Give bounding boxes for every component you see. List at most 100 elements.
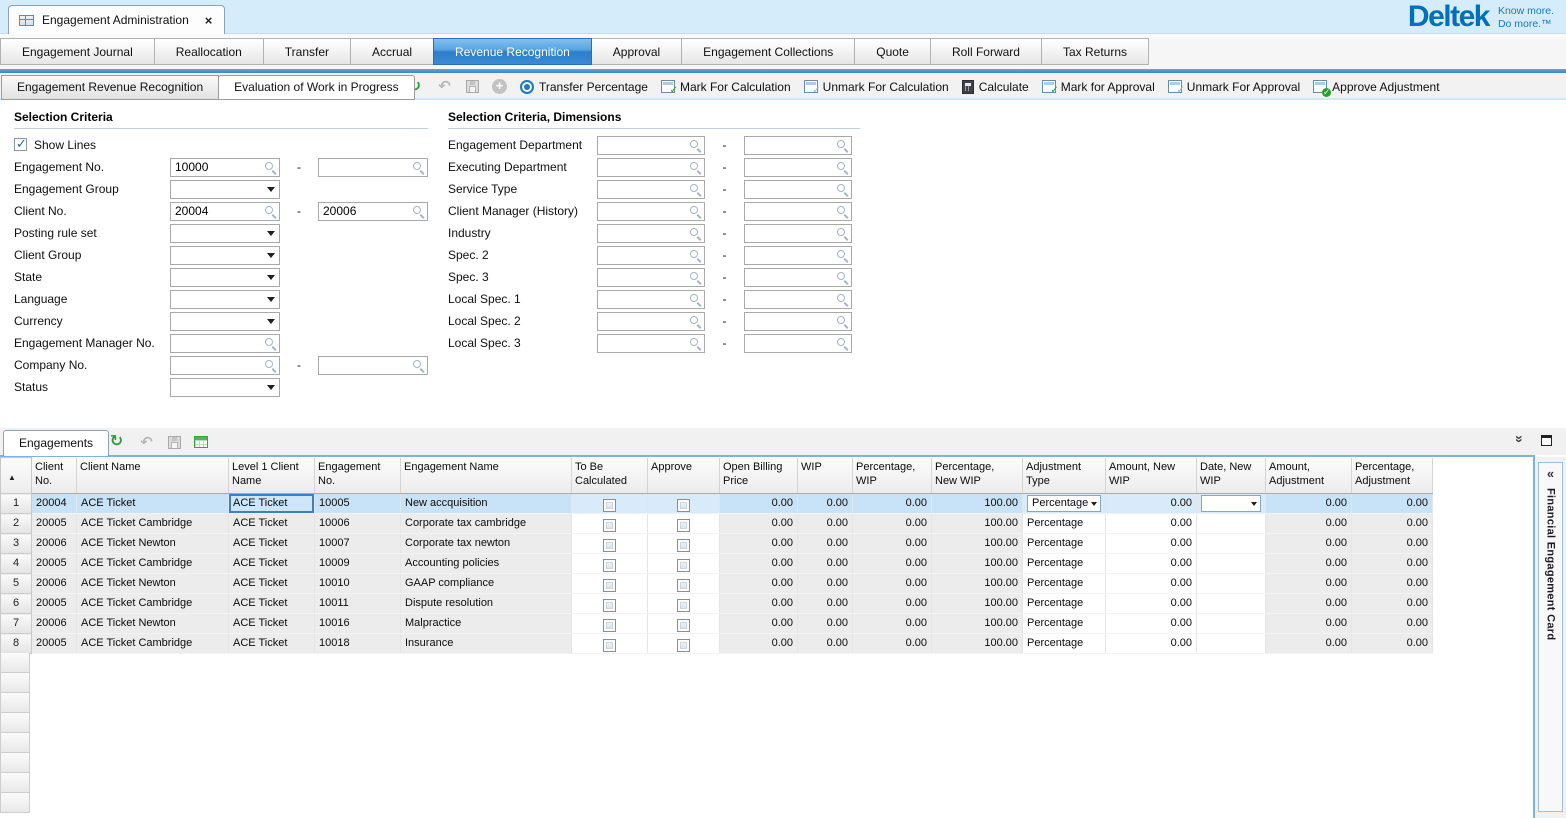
cell-engagement-no[interactable]: 10009 <box>315 554 401 574</box>
column-header-percentage-adjustment[interactable]: Percentage, Adjustment <box>1352 458 1433 494</box>
to-be-calculated-checkbox[interactable] <box>603 579 616 592</box>
table-row[interactable]: 220005ACE Ticket CambridgeACE Ticket1000… <box>1 514 1433 534</box>
cell-client-no[interactable]: 20005 <box>32 634 77 654</box>
approve-checkbox[interactable] <box>677 579 690 592</box>
main-tab-accrual[interactable]: Accrual <box>350 38 434 65</box>
industry-to-input[interactable] <box>744 224 852 243</box>
industry-from-input[interactable] <box>597 224 705 243</box>
company-no-from-input[interactable] <box>170 356 280 375</box>
engagement-group-dropdown[interactable] <box>170 180 280 199</box>
posting-rule-set-dropdown[interactable] <box>170 224 280 243</box>
row-number[interactable]: 6 <box>1 594 32 614</box>
row-number[interactable]: 1 <box>1 494 32 514</box>
to-be-calculated-checkbox[interactable] <box>603 539 616 552</box>
cell-open-billing-price[interactable]: 0.00 <box>720 614 798 634</box>
column-header-percentage-new-wip[interactable]: Percentage, New WIP <box>932 458 1023 494</box>
main-tab-transfer[interactable]: Transfer <box>263 38 351 65</box>
approve-checkbox[interactable] <box>677 539 690 552</box>
cell-open-billing-price[interactable]: 0.00 <box>720 554 798 574</box>
service-type-from-input[interactable] <box>597 180 705 199</box>
cell-level-1-client-name[interactable]: ACE Ticket <box>229 534 315 554</box>
engagement-department-from-input[interactable] <box>597 136 705 155</box>
cell-percentage-new-wip[interactable]: 100.00 <box>932 574 1023 594</box>
mark-for-approval-button[interactable]: Mark for Approval <box>1042 80 1155 94</box>
unmark-for-approval-button[interactable]: Unmark For Approval <box>1168 80 1300 94</box>
row-number[interactable]: 4 <box>1 554 32 574</box>
spec-2-to-input[interactable] <box>744 246 852 265</box>
cell-percentage-new-wip[interactable]: 100.00 <box>932 494 1023 514</box>
cell-engagement-no[interactable]: 10010 <box>315 574 401 594</box>
local-spec-1-from-input[interactable] <box>597 290 705 309</box>
cell-client-name[interactable]: ACE Ticket Cambridge <box>77 634 229 654</box>
table-row[interactable]: 320006ACE Ticket NewtonACE Ticket10007Co… <box>1 534 1433 554</box>
cell-percentage-adjustment[interactable]: 0.00 <box>1352 594 1433 614</box>
cell-level-1-client-name[interactable]: ACE Ticket <box>229 574 315 594</box>
cell-percentage-adjustment[interactable]: 0.00 <box>1352 514 1433 534</box>
cell-engagement-name[interactable]: Malpractice <box>401 614 572 634</box>
cell-amount-new-wip[interactable]: 0.00 <box>1106 494 1197 514</box>
cell-percentage-adjustment[interactable]: 0.00 <box>1352 574 1433 594</box>
mark-for-calculation-button[interactable]: Mark For Calculation <box>661 80 791 94</box>
client-manager-history-from-input[interactable] <box>597 202 705 221</box>
approve-checkbox[interactable] <box>677 639 690 652</box>
column-header-level-1-client-name[interactable]: Level 1 Client Name <box>229 458 315 494</box>
adjustment-type-select[interactable]: Percentage <box>1027 495 1101 512</box>
main-tab-reallocation[interactable]: Reallocation <box>154 38 264 65</box>
cell-engagement-name[interactable]: GAAP compliance <box>401 574 572 594</box>
cell-wip[interactable]: 0.00 <box>798 574 853 594</box>
to-be-calculated-checkbox[interactable] <box>603 499 616 512</box>
cell-adjustment-type[interactable]: Percentage <box>1023 634 1106 654</box>
cell-date-new-wip[interactable] <box>1197 614 1266 634</box>
cell-client-no[interactable]: 20005 <box>32 514 77 534</box>
cell-client-name[interactable]: ACE Ticket Newton <box>77 614 229 634</box>
cell-percentage-wip[interactable]: 0.00 <box>853 494 932 514</box>
cell-client-no[interactable]: 20006 <box>32 574 77 594</box>
cell-client-name[interactable]: ACE Ticket Newton <box>77 574 229 594</box>
column-header-client-name[interactable]: Client Name <box>77 458 229 494</box>
cell-open-billing-price[interactable]: 0.00 <box>720 494 798 514</box>
cell-level-1-client-name[interactable]: ACE Ticket <box>229 614 315 634</box>
row-number[interactable]: 8 <box>1 634 32 654</box>
table-row[interactable]: 520006ACE Ticket NewtonACE Ticket10010GA… <box>1 574 1433 594</box>
local-spec-2-to-input[interactable] <box>744 312 852 331</box>
column-header-to-be-calculated[interactable]: To Be Calculated <box>572 458 648 494</box>
cell-engagement-no[interactable]: 10005 <box>315 494 401 514</box>
unmark-for-calculation-button[interactable]: Unmark For Calculation <box>804 80 949 94</box>
cell-open-billing-price[interactable]: 0.00 <box>720 574 798 594</box>
cell-level-1-client-name[interactable]: ACE Ticket <box>229 594 315 614</box>
spec-3-to-input[interactable] <box>744 268 852 287</box>
cell-percentage-new-wip[interactable]: 100.00 <box>932 534 1023 554</box>
row-number[interactable]: 7 <box>1 614 32 634</box>
to-be-calculated-checkbox[interactable] <box>603 639 616 652</box>
cell-percentage-wip[interactable]: 0.00 <box>853 614 932 634</box>
cell-amount-new-wip[interactable]: 0.00 <box>1106 634 1197 654</box>
grid-save-button[interactable] <box>168 436 181 449</box>
cell-client-no[interactable]: 20005 <box>32 594 77 614</box>
engagement-no-from-input[interactable]: 10000 <box>170 158 280 177</box>
window-tab-engagement-administration[interactable]: Engagement Administration × <box>8 5 225 34</box>
cell-adjustment-type[interactable]: Percentage <box>1023 514 1106 534</box>
local-spec-3-to-input[interactable] <box>744 334 852 353</box>
main-tab-engagement-journal[interactable]: Engagement Journal <box>0 38 155 65</box>
cell-open-billing-price[interactable]: 0.00 <box>720 534 798 554</box>
cell-client-name[interactable]: ACE Ticket Cambridge <box>77 554 229 574</box>
local-spec-1-to-input[interactable] <box>744 290 852 309</box>
cell-wip[interactable]: 0.00 <box>798 494 853 514</box>
column-header-open-billing-price[interactable]: Open Billing Price <box>720 458 798 494</box>
cell-date-new-wip[interactable] <box>1197 574 1266 594</box>
transfer-percentage-button[interactable]: Transfer Percentage <box>520 80 648 94</box>
cell-percentage-wip[interactable]: 0.00 <box>853 634 932 654</box>
cell-date-new-wip[interactable] <box>1197 494 1266 514</box>
expand-panel-icon[interactable]: « <box>1547 468 1554 480</box>
cell-level-1-client-name[interactable]: ACE Ticket <box>229 494 315 514</box>
column-header-date-new-wip[interactable]: Date, New WIP <box>1197 458 1266 494</box>
column-header-approve[interactable]: Approve <box>648 458 720 494</box>
cell-open-billing-price[interactable]: 0.00 <box>720 514 798 534</box>
cell-percentage-wip[interactable]: 0.00 <box>853 514 932 534</box>
cell-wip[interactable]: 0.00 <box>798 534 853 554</box>
cell-client-name[interactable]: ACE Ticket Cambridge <box>77 514 229 534</box>
undo-button[interactable] <box>436 78 453 95</box>
cell-amount-adjustment[interactable]: 0.00 <box>1266 494 1352 514</box>
local-spec-2-from-input[interactable] <box>597 312 705 331</box>
cell-client-no[interactable]: 20006 <box>32 534 77 554</box>
